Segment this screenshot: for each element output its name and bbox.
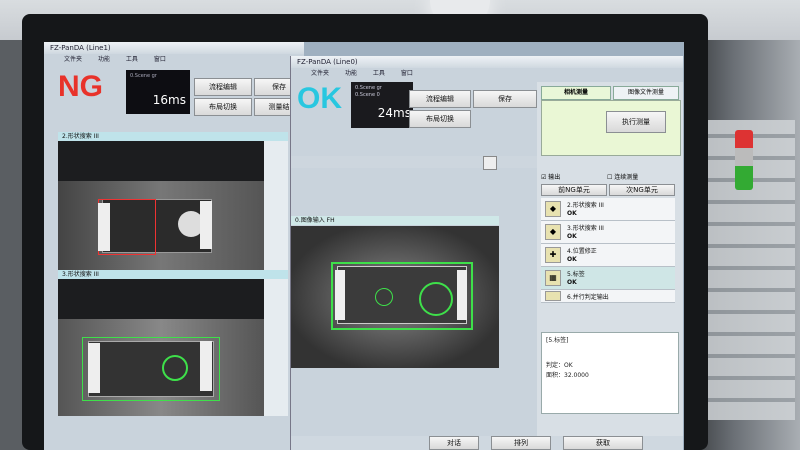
window2-titlebar[interactable]: FZ-PanDA (Line0): [291, 56, 683, 68]
scene-label: 0.Scene gr: [130, 73, 157, 79]
tab-image-file-measure[interactable]: 图像文件测量: [613, 86, 679, 100]
stack-light: [735, 130, 753, 190]
menu2-window[interactable]: 窗口: [401, 70, 413, 77]
layout-switch-button-2[interactable]: 布局切换: [409, 110, 471, 128]
shape-search-icon: ◆: [545, 201, 561, 217]
camera-image: [291, 226, 499, 368]
detail-panel: [5.标签] 判定：OK 面积：32.0000: [541, 332, 679, 414]
flow-edit-button-2[interactable]: 流程编辑: [409, 90, 471, 108]
bottom-bar: 对话 排列 获取: [291, 436, 683, 450]
scene-label-2: 0.Scene 0: [355, 92, 380, 98]
list-item-label: 4.位置修正: [567, 248, 597, 255]
pane-shape-search-3: 3.形状搜索 III: [58, 270, 288, 416]
pane2-title: 3.形状搜索 III: [58, 270, 288, 279]
image-settings-icon[interactable]: [483, 156, 497, 170]
list-item-label: 2.形状搜索 III: [567, 202, 604, 209]
window-line1: FZ-PanDA (Line1) 文件夹 功能 工具 窗口 NG 0.Scene…: [44, 42, 304, 450]
label-icon: ▦: [545, 270, 561, 286]
continuous-checkbox-label: 连续测量: [614, 174, 639, 181]
position-correct-icon: ✚: [545, 247, 561, 263]
list-item-value: OK: [567, 233, 577, 240]
continuous-checkbox[interactable]: ☐ 连续测量: [607, 172, 638, 181]
chip-terminal-right: [200, 201, 212, 249]
window1-menubar: 文件夹 功能 工具 窗口: [44, 54, 304, 66]
window2-time: 24ms: [377, 106, 411, 120]
layout-switch-button[interactable]: 布局切换: [194, 98, 252, 116]
list-item-value: OK: [567, 279, 577, 286]
scene-label-1: 0.Scene gr: [355, 85, 382, 91]
run-measure-button[interactable]: 执行测量: [606, 111, 666, 133]
window2-scene-box: 0.Scene gr 0.Scene 0 24ms: [351, 82, 413, 128]
pane1-image: [58, 141, 264, 274]
chip-terminal-left: [98, 203, 110, 251]
control-panel: 相机测量 图像文件测量 执行测量 ☑ 输出 ☐ 连续测量 前NG单元 次NG单元…: [537, 82, 683, 450]
window2-menubar: 文件夹 功能 工具 窗口: [291, 68, 683, 80]
pane-shape-search-2: 2.形状搜索 III: [58, 132, 288, 274]
arrange-button[interactable]: 排列: [491, 436, 551, 450]
ok-search-box: [82, 337, 220, 401]
shape-search-icon: ◆: [545, 224, 561, 240]
acquire-button[interactable]: 获取: [563, 436, 643, 450]
list-item[interactable]: ◆ 3.形状搜索 III OK: [541, 221, 675, 244]
ok-match-box: [331, 262, 473, 330]
window-line0: FZ-PanDA (Line0) 文件夹 功能 工具 窗口 OK 0.Scene…: [290, 56, 683, 450]
menu-file[interactable]: 文件夹: [64, 56, 82, 63]
menu-tools[interactable]: 工具: [126, 56, 138, 63]
list-item[interactable]: ✚ 4.位置修正 OK: [541, 244, 675, 267]
menu-function[interactable]: 功能: [98, 56, 110, 63]
monitor-screen: FZ-PanDA (Line1) 文件夹 功能 工具 窗口 NG 0.Scene…: [44, 42, 684, 450]
next-ng-unit-button[interactable]: 次NG单元: [609, 184, 675, 196]
dialog-button[interactable]: 对话: [429, 436, 479, 450]
parallel-output-icon: [545, 291, 561, 301]
unit-list: ◆ 2.形状搜索 III OK ◆ 3.形状搜索 III OK ✚ 4.位置修正…: [541, 198, 675, 303]
save-button-2[interactable]: 保存: [473, 90, 537, 108]
list-item-value: OK: [567, 210, 577, 217]
window1-scene-box: 0.Scene gr 16ms: [126, 70, 190, 114]
menu2-file[interactable]: 文件夹: [311, 70, 329, 77]
menu-window[interactable]: 窗口: [154, 56, 166, 63]
pane2-image: [58, 279, 264, 416]
detail-area: 面积：32.0000: [546, 372, 589, 379]
list-item[interactable]: ◆ 2.形状搜索 III OK: [541, 198, 675, 221]
menu2-tools[interactable]: 工具: [373, 70, 385, 77]
output-checkbox[interactable]: ☑ 输出: [541, 172, 560, 181]
detail-title: [5.标签]: [546, 337, 569, 344]
measure-area: 执行测量: [541, 100, 681, 156]
menu2-function[interactable]: 功能: [345, 70, 357, 77]
window1-titlebar[interactable]: FZ-PanDA (Line1): [44, 42, 304, 54]
list-item[interactable]: ▦ 5.标签 OK: [541, 267, 675, 290]
output-checkbox-label: 输出: [548, 174, 561, 181]
ng-verdict: NG: [58, 70, 103, 103]
image-toolbar: [291, 156, 537, 170]
list-item-value: OK: [567, 256, 577, 263]
pane1-title: 2.形状搜索 III: [58, 132, 288, 141]
list-item-label: 3.形状搜索 III: [567, 225, 604, 232]
tab-camera-measure[interactable]: 相机测量: [541, 86, 611, 100]
image-pane-title: 0.图像输入 FH: [291, 216, 499, 225]
list-item-label: 6.并行判定输出: [567, 294, 609, 301]
ok-verdict: OK: [297, 82, 342, 115]
window1-time: 16ms: [152, 93, 186, 107]
prev-ng-unit-button[interactable]: 前NG单元: [541, 184, 607, 196]
image-pane-header: 0.图像输入 FH: [291, 216, 499, 226]
detail-judge: 判定：OK: [546, 362, 573, 369]
list-item[interactable]: 6.并行判定输出: [541, 290, 675, 303]
flow-edit-button[interactable]: 流程编辑: [194, 78, 252, 96]
list-item-label: 5.标签: [567, 271, 585, 278]
